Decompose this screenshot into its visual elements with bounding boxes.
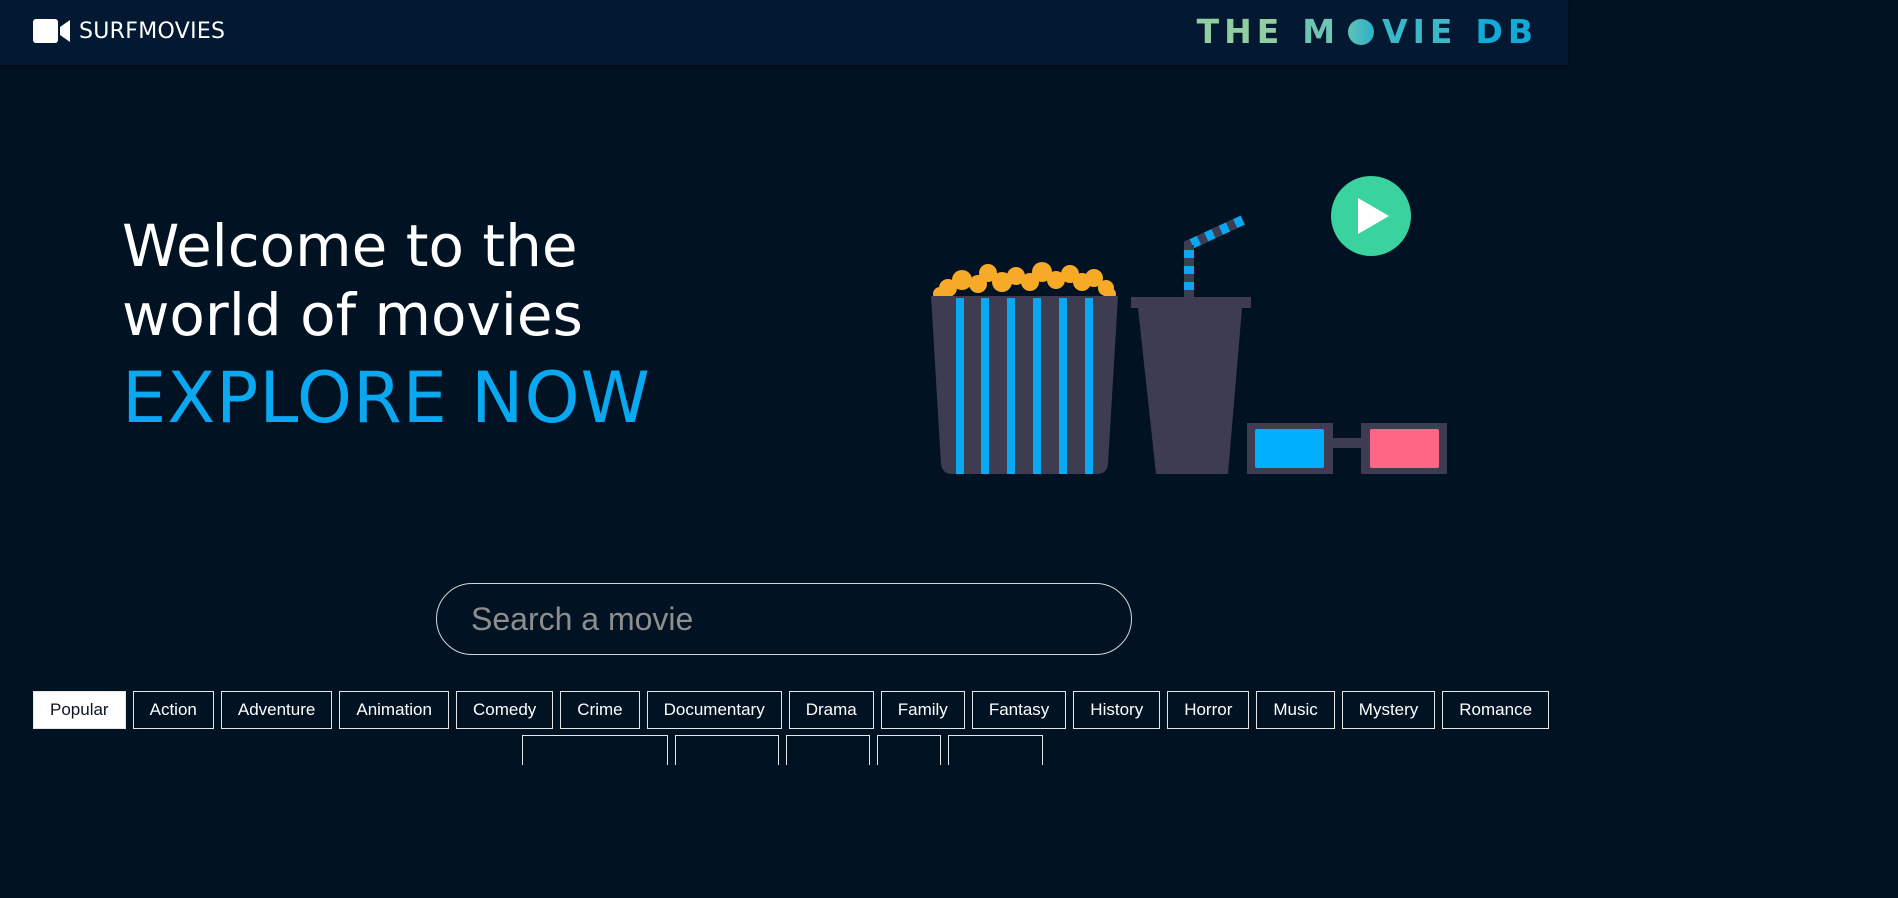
explore-now-button[interactable]: EXPLORE NOW [122,358,651,438]
genre-button-partial[interactable] [786,735,870,765]
genre-documentary-button[interactable]: Documentary [646,691,782,729]
genre-mystery-button[interactable]: Mystery [1341,691,1436,729]
cinema-illustration [920,170,1460,485]
genre-crime-button[interactable]: Crime [560,691,640,729]
genre-romance-button[interactable]: Romance [1442,691,1550,729]
hero-section: Welcome to the world of movies EXPLORE N… [122,212,651,438]
genre-adventure-button[interactable]: Adventure [220,691,333,729]
genre-fantasy-button[interactable]: Fantasy [971,691,1067,729]
tmdb-logo-db: DB [1475,12,1538,51]
hero-title-line-1: Welcome to the [122,212,578,280]
tmdb-logo-vie: VIE [1382,12,1458,51]
genre-comedy-button[interactable]: Comedy [455,691,554,729]
genre-family-button[interactable]: Family [880,691,965,729]
genre-music-button[interactable]: Music [1256,691,1335,729]
genre-popular-button[interactable]: Popular [33,691,126,729]
genre-filter-bar: Popular Action Adventure Animation Comed… [33,691,1550,729]
search-bar [436,583,1132,655]
genre-button-partial[interactable] [948,735,1043,765]
play-button-icon [1331,176,1411,256]
brand-name: SURFMOVIES [79,18,226,44]
tmdb-logo-m: M [1302,12,1341,51]
genre-history-button[interactable]: History [1073,691,1161,729]
hero-title-line-2: world of movies [122,281,583,349]
search-input[interactable] [436,583,1132,655]
tmdb-logo-the: THE [1196,12,1285,51]
brand-logo-link[interactable]: SURFMOVIES [33,18,225,44]
popcorn-bucket-icon [931,262,1118,474]
genre-button-partial[interactable] [675,735,779,765]
genre-action-button[interactable]: Action [132,691,214,729]
top-navbar: SURFMOVIES THE M VIE DB [0,0,1568,65]
tmdb-logo-dot-icon [1348,18,1375,45]
genre-drama-button[interactable]: Drama [788,691,874,729]
genre-animation-button[interactable]: Animation [339,691,449,729]
genre-button-partial[interactable] [877,735,941,765]
drink-cup-icon [1131,215,1251,474]
tmdb-logo[interactable]: THE M VIE DB [1197,12,1538,51]
3d-glasses-icon [1247,423,1447,474]
genre-horror-button[interactable]: Horror [1167,691,1250,729]
genre-button-partial[interactable] [522,735,668,765]
genre-filter-bar-row-2 [522,735,1043,765]
video-camera-icon [33,18,71,44]
